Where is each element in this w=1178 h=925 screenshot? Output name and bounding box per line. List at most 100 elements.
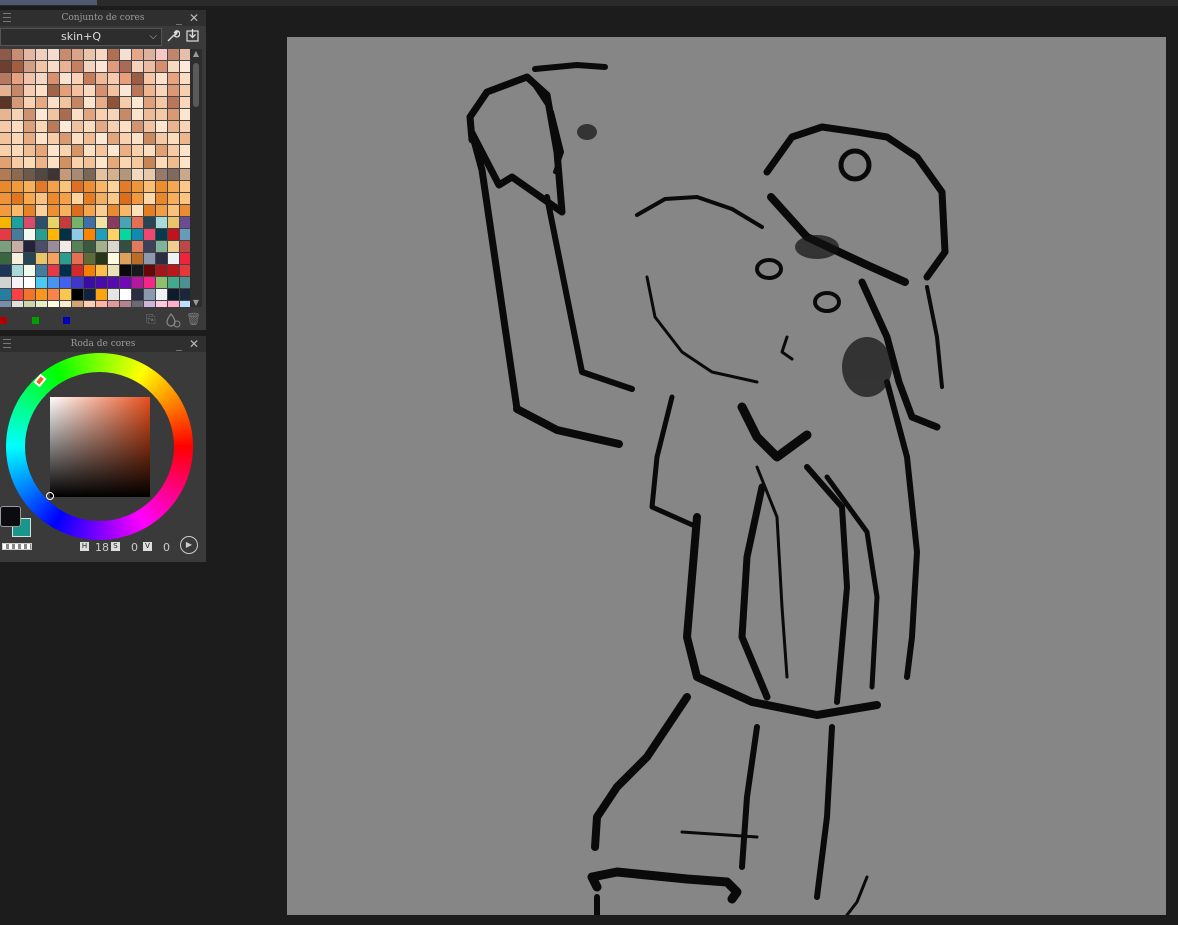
color-swatch[interactable] bbox=[96, 133, 107, 144]
color-swatch[interactable] bbox=[24, 193, 35, 204]
color-swatch[interactable] bbox=[72, 145, 83, 156]
color-swatch[interactable] bbox=[12, 85, 23, 96]
color-swatch[interactable] bbox=[96, 145, 107, 156]
color-swatch[interactable] bbox=[12, 145, 23, 156]
color-swatch[interactable] bbox=[168, 265, 179, 276]
color-swatch[interactable] bbox=[72, 205, 83, 216]
color-swatch[interactable] bbox=[12, 61, 23, 72]
color-swatch[interactable] bbox=[60, 97, 71, 108]
color-swatch[interactable] bbox=[48, 97, 59, 108]
color-swatch[interactable] bbox=[168, 169, 179, 180]
color-swatch[interactable] bbox=[84, 181, 95, 192]
color-swatch[interactable] bbox=[0, 169, 11, 180]
color-swatch[interactable] bbox=[24, 229, 35, 240]
color-set-select[interactable]: skin+Q ⌵ bbox=[0, 28, 162, 46]
color-swatch[interactable] bbox=[144, 61, 155, 72]
color-swatch[interactable] bbox=[120, 109, 131, 120]
color-swatch[interactable] bbox=[108, 241, 119, 252]
color-swatch[interactable] bbox=[144, 49, 155, 60]
color-swatch[interactable] bbox=[12, 193, 23, 204]
color-swatch[interactable] bbox=[84, 85, 95, 96]
color-swatch[interactable] bbox=[168, 49, 179, 60]
color-swatch[interactable] bbox=[60, 181, 71, 192]
color-swatch[interactable] bbox=[96, 157, 107, 168]
color-swatch[interactable] bbox=[84, 265, 95, 276]
color-swatch[interactable] bbox=[108, 49, 119, 60]
color-swatch[interactable] bbox=[96, 181, 107, 192]
color-swatch[interactable] bbox=[132, 49, 143, 60]
color-swatch[interactable] bbox=[132, 133, 143, 144]
main-color-swatch[interactable] bbox=[0, 506, 21, 527]
color-swatch[interactable] bbox=[156, 73, 167, 84]
color-swatch[interactable] bbox=[108, 85, 119, 96]
color-swatch[interactable] bbox=[84, 157, 95, 168]
color-swatch[interactable] bbox=[12, 133, 23, 144]
color-swatch[interactable] bbox=[144, 217, 155, 228]
color-swatch[interactable] bbox=[36, 61, 47, 72]
color-swatch[interactable] bbox=[72, 121, 83, 132]
add-color-icon[interactable]: ⎘ bbox=[146, 312, 156, 327]
color-swatch[interactable] bbox=[60, 253, 71, 264]
color-swatch[interactable] bbox=[36, 265, 47, 276]
color-swatch[interactable] bbox=[72, 277, 83, 288]
color-swatch[interactable] bbox=[36, 229, 47, 240]
color-swatch[interactable] bbox=[156, 253, 167, 264]
color-swatch[interactable] bbox=[120, 133, 131, 144]
color-swatch[interactable] bbox=[156, 289, 167, 300]
color-swatch[interactable] bbox=[168, 85, 179, 96]
color-swatch[interactable] bbox=[0, 121, 11, 132]
color-swatch[interactable] bbox=[120, 145, 131, 156]
color-swatch[interactable] bbox=[72, 265, 83, 276]
color-swatch[interactable] bbox=[144, 205, 155, 216]
close-button[interactable]: ✕ bbox=[188, 336, 200, 352]
minimize-button[interactable]: _ bbox=[173, 336, 185, 352]
color-swatch[interactable] bbox=[24, 277, 35, 288]
color-swatch[interactable] bbox=[180, 205, 190, 216]
color-swatch[interactable] bbox=[60, 229, 71, 240]
color-swatch[interactable] bbox=[132, 145, 143, 156]
color-swatch[interactable] bbox=[156, 97, 167, 108]
color-swatch[interactable] bbox=[48, 253, 59, 264]
scroll-down-icon[interactable]: ▼ bbox=[190, 298, 202, 307]
color-swatch[interactable] bbox=[132, 229, 143, 240]
color-swatch[interactable] bbox=[156, 157, 167, 168]
color-swatch[interactable] bbox=[144, 253, 155, 264]
color-swatch[interactable] bbox=[96, 121, 107, 132]
color-swatch[interactable] bbox=[12, 169, 23, 180]
color-swatch[interactable] bbox=[60, 265, 71, 276]
color-swatch[interactable] bbox=[168, 73, 179, 84]
color-swatch[interactable] bbox=[168, 109, 179, 120]
color-swatch[interactable] bbox=[144, 97, 155, 108]
color-swatch[interactable] bbox=[96, 205, 107, 216]
color-swatch[interactable] bbox=[108, 193, 119, 204]
color-swatch[interactable] bbox=[168, 121, 179, 132]
color-swatch[interactable] bbox=[72, 301, 83, 307]
color-swatch[interactable] bbox=[156, 265, 167, 276]
trash-icon[interactable]: 🗑 bbox=[186, 312, 201, 326]
color-swatch[interactable] bbox=[120, 265, 131, 276]
color-swatch[interactable] bbox=[108, 157, 119, 168]
color-swatch[interactable] bbox=[120, 205, 131, 216]
color-swatch[interactable] bbox=[48, 85, 59, 96]
color-swatch[interactable] bbox=[60, 109, 71, 120]
color-swatch[interactable] bbox=[84, 205, 95, 216]
color-swatch[interactable] bbox=[156, 229, 167, 240]
color-swatch[interactable] bbox=[24, 181, 35, 192]
color-swatch[interactable] bbox=[36, 121, 47, 132]
color-swatch[interactable] bbox=[144, 229, 155, 240]
color-swatch[interactable] bbox=[24, 205, 35, 216]
color-swatch[interactable] bbox=[48, 181, 59, 192]
color-swatch[interactable] bbox=[48, 265, 59, 276]
color-swatch[interactable] bbox=[36, 241, 47, 252]
color-swatch[interactable] bbox=[96, 61, 107, 72]
color-swatch[interactable] bbox=[144, 121, 155, 132]
color-swatch[interactable] bbox=[24, 217, 35, 228]
color-swatch[interactable] bbox=[96, 253, 107, 264]
color-swatch[interactable] bbox=[180, 49, 190, 60]
color-swatch[interactable] bbox=[156, 145, 167, 156]
color-swatch[interactable] bbox=[108, 121, 119, 132]
add-drop-icon[interactable] bbox=[165, 312, 181, 331]
color-swatch[interactable] bbox=[72, 157, 83, 168]
color-swatch[interactable] bbox=[36, 157, 47, 168]
color-swatch[interactable] bbox=[84, 73, 95, 84]
